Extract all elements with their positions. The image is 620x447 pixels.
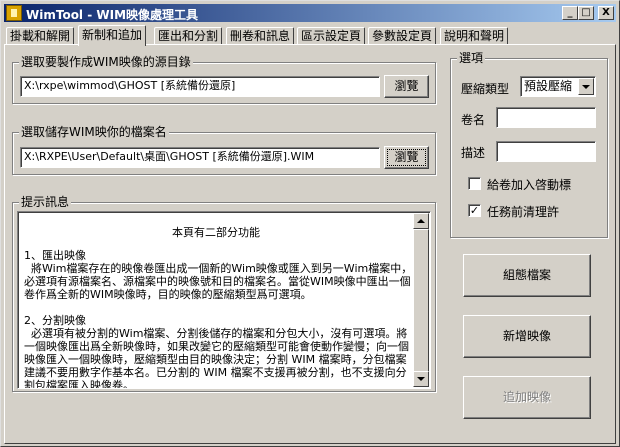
title-bar[interactable]: WimTool - WIM映像處理工具 _ □ X (4, 4, 616, 22)
minimize-button[interactable]: _ (562, 6, 578, 20)
info-group: 提示訊息 本頁有二部分功能 1、匯出映像 將Wim檔案存在的映像卷匯出成一個新的… (12, 195, 436, 392)
chevron-down-icon[interactable] (578, 78, 594, 95)
scroll-down-icon[interactable] (413, 371, 429, 387)
options-group-label: 選項 (457, 51, 486, 65)
tab-export-split[interactable]: 匯出和分割 (154, 27, 223, 45)
append-image-button[interactable]: 追加映像 (463, 376, 591, 419)
scroll-thumb[interactable] (413, 229, 429, 372)
tab-display-settings[interactable]: 區示設定頁 (297, 27, 366, 45)
add-boot-checkbox[interactable] (468, 177, 481, 190)
description-label: 描述 (461, 146, 486, 160)
compression-value: 預設壓縮 (524, 79, 573, 93)
info-group-label: 提示訊息 (19, 195, 72, 209)
target-browse-button[interactable]: 瀏覽 (384, 146, 429, 169)
app-icon (6, 5, 22, 21)
new-image-button[interactable]: 新增映像 (463, 315, 591, 358)
source-path-field[interactable]: X:\rxpe\wimmod\GHOST [系統備份還原] (20, 76, 380, 97)
tab-delete-info[interactable]: 刪卷和訊息 (226, 27, 295, 45)
volume-name-input[interactable] (496, 107, 596, 128)
cleanup-checkbox[interactable]: ✓ (468, 204, 481, 217)
info-heading: 本頁有二部分功能 (172, 226, 260, 239)
tab-parameter-settings[interactable]: 參數設定頁 (368, 27, 437, 45)
scroll-up-icon[interactable] (413, 213, 429, 229)
tab-strip: 掛載和解開 新制和追加 匯出和分割 刪卷和訊息 區示設定頁 參數設定頁 說明和聲… (4, 25, 616, 46)
info-body: 1、匯出映像 將Wim檔案存在的映像卷匯出成一個新的Wim映像或匯入到另一Wim… (24, 249, 413, 389)
target-path-field[interactable]: X:\RXPE\User\Default\桌面\GHOST [系統備份還原].W… (20, 147, 380, 168)
source-group: 選取要製作成WIM映像的源目錄 X:\rxpe\wimmod\GHOST [系統… (12, 55, 436, 104)
tab-create-append[interactable]: 新制和追加 (78, 25, 147, 46)
target-group-label: 選取儲存WIM映你的檔案名 (19, 125, 169, 139)
add-boot-label[interactable]: 給卷加入啓動標 (487, 176, 597, 193)
cleanup-label[interactable]: 任務前清理許 (487, 203, 597, 220)
tab-panel: 選取要製作成WIM映像的源目錄 X:\rxpe\wimmod\GHOST [系統… (4, 44, 616, 444)
description-input[interactable] (496, 141, 596, 162)
target-group: 選取儲存WIM映你的檔案名 X:\RXPE\User\Default\桌面\GH… (12, 125, 436, 175)
info-scrollbar[interactable] (413, 213, 429, 387)
wimtool-window: WimTool - WIM映像處理工具 _ □ X 掛載和解開 新制和追加 匯出… (0, 0, 620, 447)
checkmark-icon: ✓ (469, 204, 480, 217)
compression-select[interactable]: 預設壓縮 (520, 76, 596, 97)
maximize-button[interactable]: □ (578, 6, 594, 20)
info-memo[interactable]: 本頁有二部分功能 1、匯出映像 將Wim檔案存在的映像卷匯出成一個新的Wim映像… (17, 211, 431, 389)
volume-name-label: 卷名 (461, 113, 486, 127)
window-title: WimTool - WIM映像處理工具 (26, 8, 199, 22)
compression-label: 壓縮類型 (461, 82, 510, 96)
config-button[interactable]: 組態檔案 (463, 254, 591, 297)
options-group: 選項 壓縮類型 預設壓縮 卷名 描述 給卷加入啓動標 ✓ 任務前清理許 (450, 51, 608, 238)
tab-help-disclaimer[interactable]: 說明和聲明 (440, 27, 509, 45)
source-group-label: 選取要製作成WIM映像的源目錄 (19, 55, 193, 69)
tab-mount-unmount[interactable]: 掛載和解開 (6, 27, 75, 45)
source-browse-button[interactable]: 瀏覽 (384, 75, 429, 98)
close-button[interactable]: X (598, 6, 614, 20)
